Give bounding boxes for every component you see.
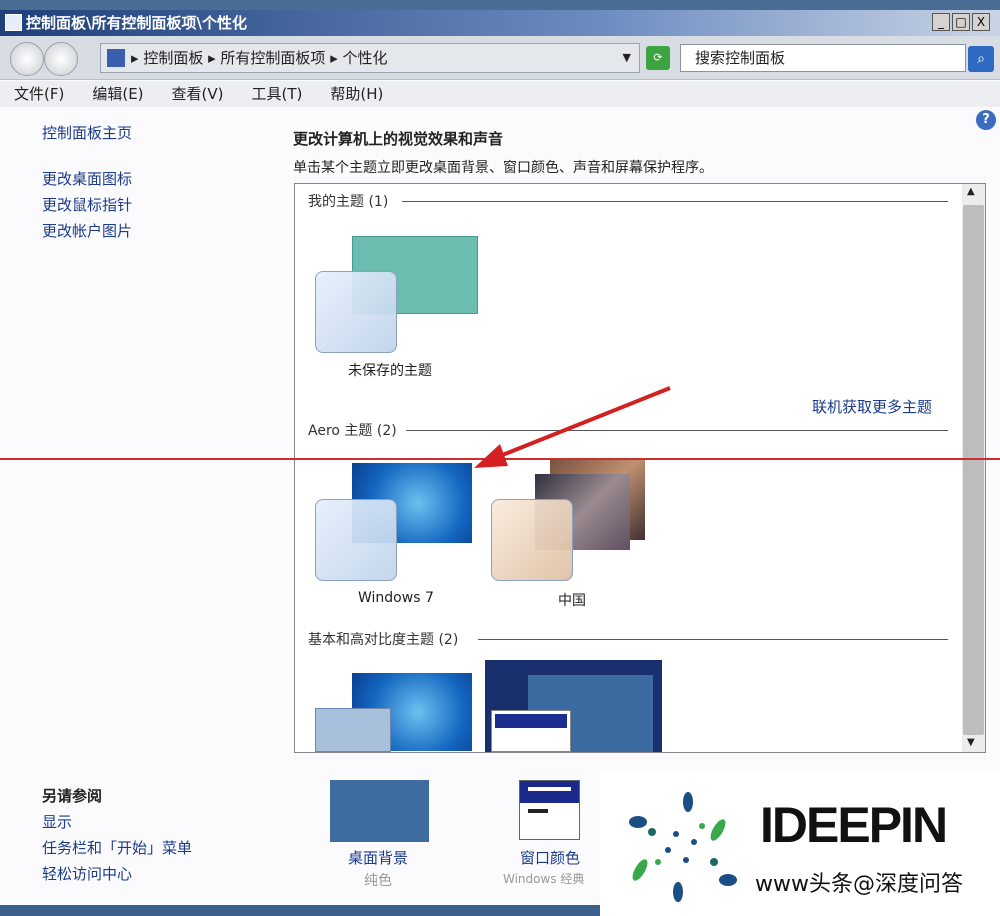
- breadcrumb-all-items[interactable]: 所有控制面板项: [220, 49, 325, 67]
- scroll-down-icon[interactable]: ▼: [967, 737, 975, 748]
- watermark-brand: IDEEPIN: [760, 796, 946, 854]
- address-bar[interactable]: ▸ 控制面板 ▸ 所有控制面板项 ▸ 个性化 ▼: [100, 43, 640, 73]
- close-button[interactable]: X: [972, 13, 990, 31]
- see-also-title: 另请参阅: [42, 785, 102, 806]
- section-my-themes: 我的主题 (1): [308, 191, 388, 211]
- minimize-button[interactable]: _: [932, 13, 950, 31]
- sidebar-home-link[interactable]: 控制面板主页: [42, 122, 132, 143]
- see-also-display[interactable]: 显示: [42, 811, 72, 832]
- scrollbar-thumb[interactable]: [963, 205, 984, 735]
- window-color-value: Windows 经典: [503, 870, 584, 887]
- theme-china[interactable]: 中国: [558, 590, 586, 610]
- title-bar: 控制面板\所有控制面板项\个性化: [0, 10, 1000, 36]
- annotation-arrow: [460, 380, 680, 480]
- basic-window-preview: [315, 708, 391, 752]
- sidebar-link-mouse-pointer[interactable]: 更改鼠标指针: [42, 194, 132, 215]
- search-icon[interactable]: ⌕: [968, 46, 994, 72]
- high-contrast-window: [491, 710, 571, 752]
- sidebar-link-desktop-icons[interactable]: 更改桌面图标: [42, 168, 132, 189]
- watermark: IDEEPIN www头条@深度问答: [600, 770, 1000, 916]
- divider: [402, 201, 948, 202]
- section-basic-themes: 基本和高对比度主题 (2): [308, 629, 458, 649]
- theme-preview-window: [315, 271, 397, 353]
- chevron-down-icon[interactable]: ▼: [623, 44, 631, 72]
- divider: [478, 639, 948, 640]
- menu-file[interactable]: 文件(F): [14, 85, 64, 103]
- desktop-background-swatch[interactable]: [330, 780, 429, 842]
- taskbar-strip: [0, 905, 600, 916]
- menu-edit[interactable]: 编辑(E): [92, 85, 143, 103]
- see-also-ease-of-access[interactable]: 轻松访问中心: [42, 863, 132, 884]
- see-also-taskbar[interactable]: 任务栏和「开始」菜单: [42, 837, 192, 858]
- desktop-background-link[interactable]: 桌面背景: [348, 847, 408, 868]
- top-strip: [0, 0, 1000, 10]
- window-color-icon[interactable]: [519, 780, 580, 840]
- menu-help[interactable]: 帮助(H): [330, 85, 383, 103]
- page-subtitle: 单击某个主题立即更改桌面背景、窗口颜色、声音和屏幕保护程序。: [293, 157, 713, 177]
- scroll-up-icon[interactable]: ▲: [967, 186, 975, 197]
- breadcrumb-personalization[interactable]: 个性化: [343, 49, 388, 67]
- ideepin-logo-icon: [628, 790, 738, 905]
- breadcrumb-control-panel[interactable]: 控制面板: [143, 49, 203, 67]
- section-aero-themes: Aero 主题 (2): [308, 420, 397, 440]
- sidebar-link-account-picture[interactable]: 更改帐户图片: [42, 220, 132, 241]
- desktop-background-value: 纯色: [364, 870, 392, 890]
- theme-windows-7[interactable]: Windows 7: [358, 590, 434, 606]
- search-input[interactable]: 搜索控制面板: [680, 44, 966, 72]
- window-color-link[interactable]: 窗口颜色: [520, 847, 580, 868]
- control-panel-icon: [107, 49, 125, 67]
- refresh-icon[interactable]: ⟳: [646, 46, 670, 70]
- menu-view[interactable]: 查看(V): [172, 85, 224, 103]
- menu-tools[interactable]: 工具(T): [252, 85, 303, 103]
- forward-button[interactable]: [44, 42, 78, 76]
- back-button[interactable]: [10, 42, 44, 76]
- page-title: 更改计算机上的视觉效果和声音: [293, 128, 503, 149]
- maximize-button[interactable]: □: [952, 13, 970, 31]
- menu-bar: 文件(F) 编辑(E) 查看(V) 工具(T) 帮助(H): [0, 81, 1000, 107]
- theme-preview-window: [491, 499, 573, 581]
- control-panel-icon: [5, 14, 22, 31]
- watermark-text: www头条@深度问答: [755, 866, 963, 898]
- help-icon[interactable]: ?: [976, 110, 996, 130]
- more-themes-online-link[interactable]: 联机获取更多主题: [812, 396, 932, 417]
- theme-unsaved[interactable]: 未保存的主题: [348, 360, 432, 380]
- theme-preview-window: [315, 499, 397, 581]
